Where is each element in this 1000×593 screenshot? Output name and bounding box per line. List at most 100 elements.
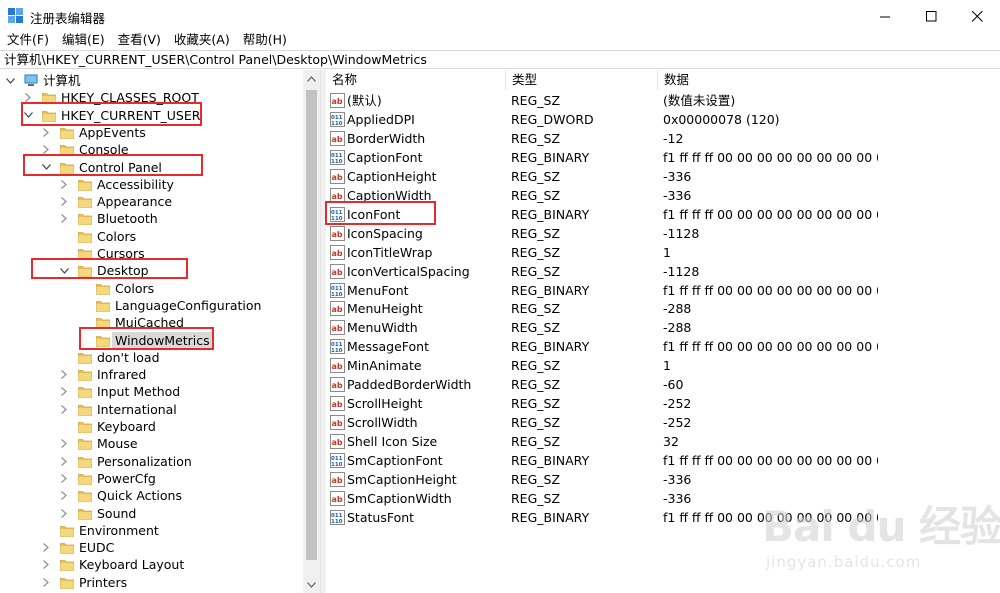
tree-item[interactable]: International — [0, 401, 303, 418]
maximize-button[interactable] — [908, 0, 954, 32]
tree-item[interactable]: Colors — [0, 280, 303, 297]
value-data: f1 ff ff ff 00 00 00 00 00 00 00 00 00 .… — [663, 339, 878, 355]
value-type: REG_SZ — [511, 472, 561, 487]
regedit-app-icon — [8, 8, 23, 23]
tree-item[interactable]: LanguageConfiguration — [0, 297, 303, 314]
string-value-icon: ab — [330, 396, 345, 412]
value-type: REG_SZ — [511, 377, 561, 393]
table-row[interactable]: ab IconVerticalSpacing REG_SZ -1128 — [326, 262, 1000, 281]
chevron-right-icon[interactable] — [58, 176, 70, 193]
tree-item-label: AppEvents — [79, 124, 146, 140]
tree-item-label: Appearance — [97, 194, 173, 210]
chevron-right-icon[interactable] — [40, 574, 52, 591]
chevron-right-icon[interactable] — [58, 453, 70, 470]
menu-bar: 文件(F) 编辑(E) 查看(V) 收藏夹(A) 帮助(H) — [0, 32, 1000, 50]
chevron-right-icon[interactable] — [58, 505, 70, 522]
folder-icon — [60, 525, 74, 537]
tree-item[interactable]: Bluetooth — [0, 210, 303, 227]
tree-item[interactable]: Colors — [0, 228, 303, 245]
table-row[interactable]: 011 110 MenuFont REG_BINARY f1 ff ff ff 00 0… — [326, 281, 1000, 300]
chevron-right-icon[interactable] — [58, 366, 70, 383]
table-row[interactable]: ab (默认) REG_SZ (数值未设置) — [326, 91, 1000, 110]
chevron-right-icon[interactable] — [40, 556, 52, 573]
chevron-right-icon[interactable] — [58, 435, 70, 452]
value-type: REG_SZ — [511, 490, 561, 506]
table-row[interactable]: ab ScrollWidth REG_SZ -252 — [326, 413, 1000, 432]
tree-item[interactable]: Printers — [0, 574, 303, 591]
table-row[interactable]: 011 110 SmCaptionFont REG_BINARY f1 ff ff ff… — [326, 451, 1000, 470]
binary-value-icon: 011110 — [330, 149, 345, 165]
table-row[interactable]: 011 110 CaptionFont REG_BINARY f1 ff ff ff 0… — [326, 148, 1000, 167]
tree-item[interactable]: Input Method — [0, 383, 303, 400]
tree-item[interactable]: Mouse — [0, 435, 303, 452]
tree-item[interactable]: Appearance — [0, 193, 303, 210]
minimize-button[interactable] — [862, 0, 908, 32]
table-row[interactable]: ab MenuWidth REG_SZ -288 — [326, 318, 1000, 337]
close-button[interactable] — [954, 0, 1000, 32]
table-row[interactable]: ab ScrollHeight REG_SZ -252 — [326, 394, 1000, 413]
folder-icon — [78, 456, 92, 468]
column-header-type[interactable]: 类型 — [506, 70, 658, 90]
tree-item[interactable]: EUDC — [0, 539, 303, 556]
value-data: 32 — [663, 434, 679, 450]
menu-help[interactable]: 帮助(H) — [236, 32, 293, 50]
chevron-right-icon[interactable] — [58, 470, 70, 487]
value-data: -288 — [663, 301, 692, 317]
tree-item[interactable]: Accessibility — [0, 176, 303, 193]
tree-item-label: Personalization — [97, 453, 192, 469]
menu-favorites[interactable]: 收藏夹(A) — [167, 32, 236, 50]
chevron-right-icon[interactable] — [58, 210, 70, 227]
tree-item[interactable]: Keyboard Layout — [0, 556, 303, 573]
scroll-thumb[interactable] — [306, 90, 317, 560]
svg-text:ab: ab — [332, 324, 343, 333]
tree-root-computer[interactable]: 计算机 — [0, 72, 303, 89]
address-bar[interactable]: 计算机\HKEY_CURRENT_USER\Control Panel\Desk… — [0, 50, 1000, 69]
scroll-down-arrow[interactable] — [303, 576, 320, 593]
value-name: IconTitleWrap — [347, 244, 433, 260]
table-row[interactable]: ab IconSpacing REG_SZ -1128 — [326, 224, 1000, 243]
tree-item-label: Accessibility — [97, 176, 174, 192]
value-data: -336 — [663, 472, 692, 487]
column-header-data[interactable]: 数据 — [658, 70, 1000, 90]
table-row[interactable]: ab SmCaptionHeight REG_SZ -336 — [326, 470, 1000, 489]
table-row[interactable]: ab BorderWidth REG_SZ -12 — [326, 129, 1000, 148]
tree-item[interactable]: don't load — [0, 349, 303, 366]
chevron-right-icon[interactable] — [40, 539, 52, 556]
menu-file[interactable]: 文件(F) — [0, 32, 55, 50]
tree-item[interactable]: Personalization — [0, 453, 303, 470]
svg-text:ab: ab — [332, 419, 343, 428]
table-row[interactable]: ab MenuHeight REG_SZ -288 — [326, 299, 1000, 318]
tree-item[interactable]: Quick Actions — [0, 487, 303, 504]
tree-item[interactable]: Sound — [0, 505, 303, 522]
table-row[interactable]: ab CaptionHeight REG_SZ -336 — [326, 167, 1000, 186]
tree-item[interactable]: AppEvents — [0, 124, 303, 141]
table-row[interactable]: ab IconTitleWrap REG_SZ 1 — [326, 243, 1000, 262]
tree-item[interactable]: Environment — [0, 522, 303, 539]
scroll-up-arrow[interactable] — [303, 70, 320, 87]
tree-item[interactable]: Infrared — [0, 366, 303, 383]
tree-scrollbar[interactable] — [303, 70, 320, 593]
value-name: CaptionHeight — [347, 168, 437, 184]
tree-item[interactable]: Keyboard — [0, 418, 303, 435]
menu-edit[interactable]: 编辑(E) — [55, 32, 111, 50]
chevron-right-icon[interactable] — [58, 487, 70, 504]
tree-item-label: Colors — [97, 228, 137, 244]
chevron-right-icon[interactable] — [58, 383, 70, 400]
svg-text:ab: ab — [332, 438, 343, 447]
table-row[interactable]: ab Shell Icon Size REG_SZ 32 — [326, 432, 1000, 451]
table-row[interactable]: 011 110 MessageFont REG_BINARY f1 ff ff ff 0… — [326, 337, 1000, 356]
table-row[interactable]: ab PaddedBorderWidth REG_SZ -60 — [326, 375, 1000, 394]
chevron-right-icon[interactable] — [58, 401, 70, 418]
string-value-icon: ab — [330, 168, 345, 184]
chevron-right-icon[interactable] — [40, 124, 52, 141]
tree-item-label: EUDC — [79, 540, 115, 556]
menu-view[interactable]: 查看(V) — [111, 32, 167, 50]
tree-item[interactable]: PowerCfg — [0, 470, 303, 487]
table-row[interactable]: ab MinAnimate REG_SZ 1 — [326, 356, 1000, 375]
chevron-down-icon[interactable] — [4, 72, 16, 89]
value-name: MessageFont — [347, 339, 430, 355]
table-row[interactable]: 011 110 AppliedDPI REG_DWORD 0x00000078 (120… — [326, 110, 1000, 129]
chevron-right-icon[interactable] — [58, 193, 70, 210]
column-header-name[interactable]: 名称 — [326, 70, 506, 90]
list-header: 名称 类型 数据 — [326, 70, 1000, 90]
